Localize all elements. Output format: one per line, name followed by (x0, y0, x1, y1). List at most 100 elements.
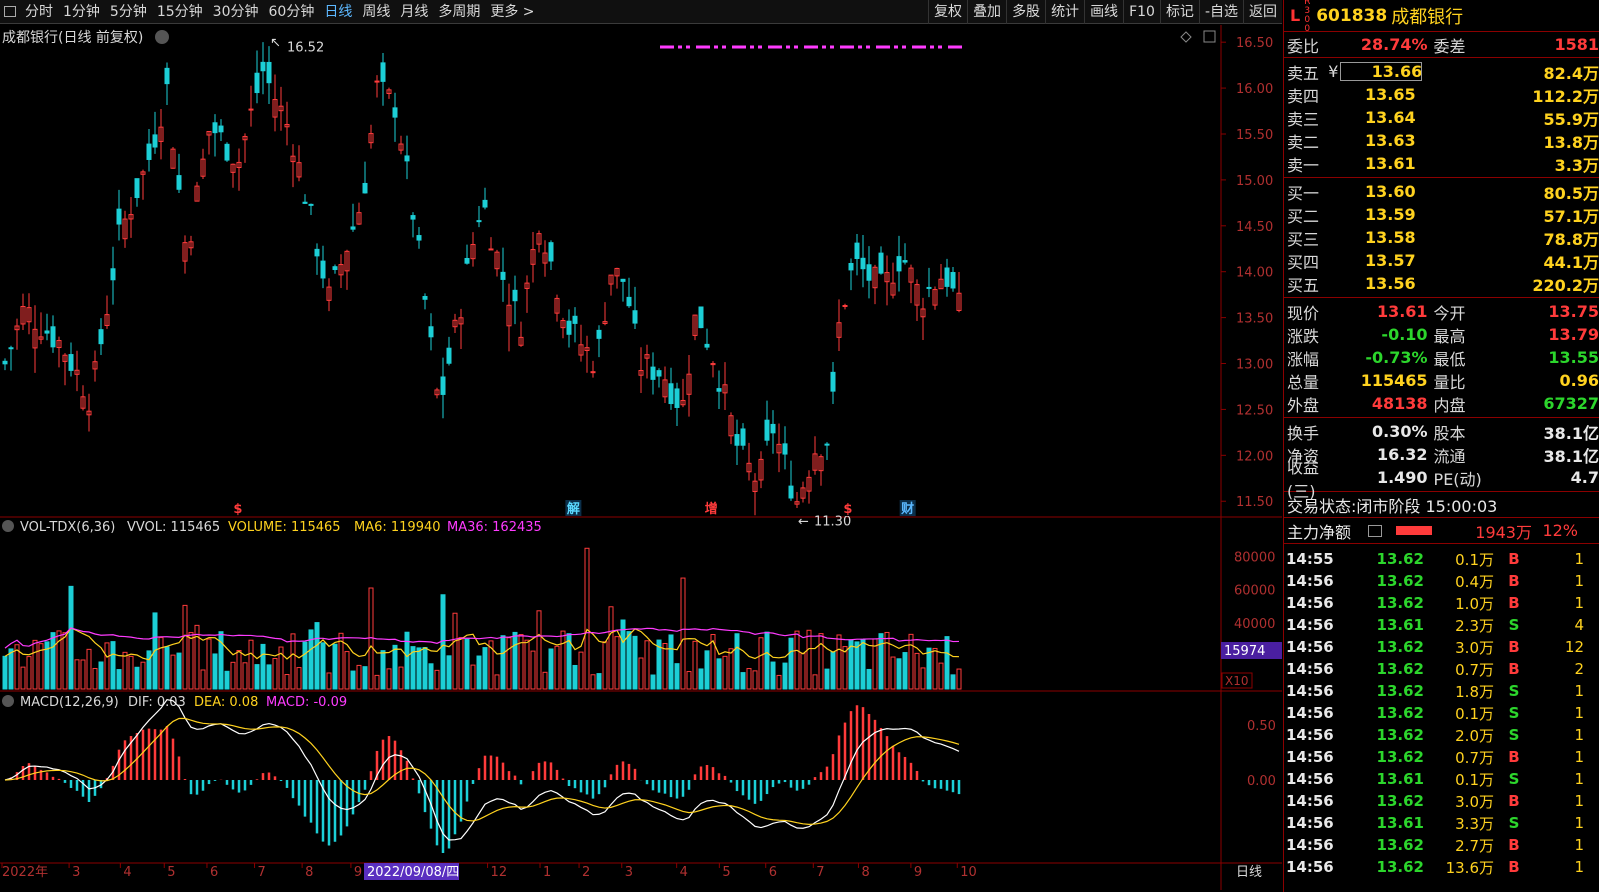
stat-value: 0.96 (1559, 371, 1599, 390)
vol-tick-label: 80000 (1234, 551, 1275, 566)
level-volume: 220.2万 (1532, 275, 1599, 295)
toolbar-action-0[interactable]: 复权 (928, 0, 967, 24)
level-price: 13.61 (1364, 154, 1416, 173)
volume-bar (686, 671, 692, 690)
period-tab-1[interactable]: 1分钟 (58, 0, 105, 24)
event-marker[interactable]: $ (843, 502, 852, 517)
high-marker-label: 16.52 (287, 40, 324, 55)
period-tab-3[interactable]: 15分钟 (152, 0, 208, 24)
toolbar-action-1[interactable]: 叠加 (967, 0, 1006, 24)
volume-bar (110, 641, 116, 690)
tick-time: 14:56 (1286, 814, 1334, 832)
period-tab-9[interactable]: 多周期 (433, 0, 485, 24)
level-price: 13.64 (1364, 108, 1416, 127)
candle-body (134, 178, 140, 199)
volume-bar (458, 637, 464, 690)
toolbar-action-4[interactable]: 画线 (1084, 0, 1123, 24)
volume-bar (854, 641, 860, 690)
toolbar-action-3[interactable]: 统计 (1045, 0, 1084, 24)
volume-bar (188, 632, 194, 690)
tick-count: 1 (1574, 814, 1584, 832)
mainflow-label[interactable]: 主力净额 (1284, 519, 1368, 543)
x-tick-label: 4 (123, 865, 131, 880)
tick-price: 13.62 (1376, 858, 1424, 876)
period-tab-7[interactable]: 周线 (357, 0, 395, 24)
stock-name[interactable]: 成都银行 (1391, 3, 1463, 29)
tick-row: 14:56 13.61 2.3万 S 4 (1284, 614, 1599, 636)
candle-body (596, 329, 602, 339)
tick-volume: 2.0万 (1455, 726, 1494, 745)
toolbar-action-8[interactable]: 返回 (1243, 0, 1282, 24)
event-marker[interactable]: 增 (705, 501, 718, 517)
stat-row: 外盘 48138 内盘 67327 (1284, 392, 1599, 415)
candle-body (224, 143, 230, 161)
yen-icon: ¥ (1328, 62, 1339, 81)
chart-title[interactable]: 成都银行(日线 前复权) (2, 29, 143, 46)
panel-toggle-icon[interactable] (1203, 30, 1216, 43)
buy-orderbook: 买一 13.60 80.5万 买二 13.59 57.1万 买三 13.58 78.8万 买四 13… (1284, 178, 1599, 298)
period-tab-5[interactable]: 60分钟 (264, 0, 320, 24)
vol-menu-icon[interactable] (2, 520, 14, 532)
kline-chart-area[interactable]: 16.50 16.00 15.50 15.00 14.50 14.00 13.50 13.00… (0, 25, 1282, 890)
toolbar-action-7[interactable]: -自选 (1198, 0, 1243, 24)
window-menu-icon[interactable] (0, 0, 20, 24)
level-volume: 112.2万 (1532, 86, 1599, 106)
event-marker[interactable]: 财 (901, 501, 914, 517)
tick-time: 14:56 (1286, 572, 1334, 590)
candle-body (428, 326, 434, 338)
tick-volume: 3.3万 (1455, 814, 1494, 833)
vol-unit: X10 (1225, 674, 1249, 688)
candle-body (950, 272, 956, 289)
tick-count: 1 (1574, 572, 1584, 590)
toolbar-action-6[interactable]: 标记 (1159, 0, 1199, 24)
stat-value: 13.61 (1376, 302, 1428, 321)
volume-bar (314, 622, 320, 690)
level-label: 买三 (1287, 229, 1320, 249)
candle-body (446, 347, 452, 364)
buy-level-3: 买三 13.58 78.8万 (1284, 226, 1599, 249)
stat-row: 涨跌 -0.10 最高 13.79 (1284, 323, 1599, 346)
price-tick-label: 14.00 (1236, 266, 1273, 281)
index-badge: R 300 (1304, 0, 1311, 34)
period-label: 日线 (1236, 865, 1262, 880)
candle-body (830, 371, 836, 392)
volume-bar (464, 638, 470, 690)
volume-bar (920, 667, 926, 690)
x-tick-label: 4 (680, 865, 688, 880)
title-dropdown-icon[interactable] (155, 30, 169, 44)
x-tick-label: 9 (914, 865, 922, 880)
diamond-icon[interactable] (1180, 31, 1192, 43)
stat-value: 13.79 (1548, 325, 1599, 344)
candle-body (392, 107, 398, 118)
tick-price: 13.61 (1376, 770, 1424, 788)
macd-menu-icon[interactable] (2, 695, 14, 707)
period-tab-10[interactable]: 更多 > (485, 0, 539, 24)
price-tick-label: 15.50 (1236, 128, 1273, 143)
tick-count: 1 (1574, 792, 1584, 810)
volume-bar (266, 664, 272, 690)
mainflow-menu-icon[interactable] (1368, 524, 1382, 537)
weicha-label: 委差 (1433, 36, 1466, 56)
period-tab-6[interactable]: 日线 (319, 0, 357, 24)
candle-body (842, 304, 848, 307)
weibi-value: 28.74% (1360, 35, 1428, 54)
volume-bar (290, 633, 296, 690)
period-tab-4[interactable]: 30分钟 (208, 0, 264, 24)
period-tab-8[interactable]: 月线 (395, 0, 433, 24)
tick-volume: 2.3万 (1455, 616, 1494, 635)
tick-row: 14:56 13.62 2.7万 B 1 (1284, 834, 1599, 856)
toolbar-action-2[interactable]: 多股 (1006, 0, 1045, 24)
volume-bar (164, 646, 170, 690)
event-marker[interactable]: $ (233, 502, 242, 517)
period-tab-2[interactable]: 5分钟 (105, 0, 152, 24)
level-label: 卖四 (1287, 86, 1320, 106)
volume-bar (860, 639, 866, 690)
x-tick-label: 5 (722, 865, 730, 880)
candlestick-series (2, 42, 962, 516)
vol-tick-label: 60000 (1234, 584, 1275, 599)
toolbar-action-5[interactable]: F10 (1123, 0, 1160, 24)
tick-list[interactable]: 14:55 13.62 0.1万 B 1 14:56 13.62 0.4万 B 1 14:56 13.… (1284, 544, 1599, 878)
event-marker[interactable]: 解 (566, 501, 580, 517)
volume-bar (398, 666, 404, 690)
period-tab-0[interactable]: 分时 (20, 0, 58, 24)
